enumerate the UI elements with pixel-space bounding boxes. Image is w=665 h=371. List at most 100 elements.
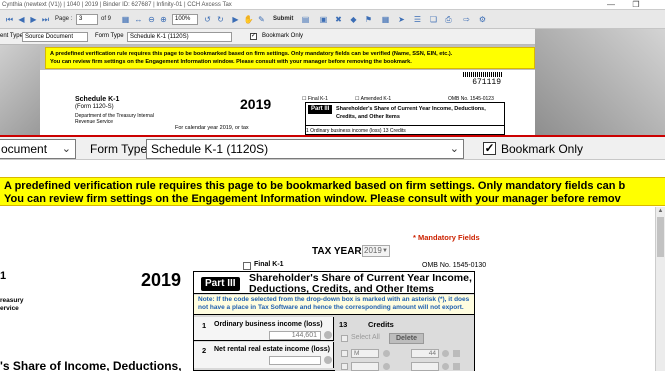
arrow-icon[interactable]: ➤ — [396, 14, 407, 25]
hand-tool-icon[interactable]: ✋ — [243, 14, 254, 25]
credit-code-select[interactable] — [351, 362, 379, 371]
line-2-amount-input[interactable] — [269, 356, 321, 365]
delete-button[interactable]: Delete — [389, 333, 424, 344]
page-label: Page : — [55, 16, 73, 22]
final-k1-checkbox[interactable] — [243, 262, 251, 270]
split-view-icon[interactable]: ▣ — [318, 14, 329, 25]
doc-number: 671119 — [472, 78, 501, 87]
previous-page-icon[interactable]: ◀ — [16, 14, 27, 25]
chevron-down-icon: ⌄ — [61, 143, 71, 155]
copy-icon[interactable]: ❏ — [428, 14, 439, 25]
verification-banner: A predefined verification rule requires … — [0, 177, 665, 206]
part-iii-section: Part III Shareholder's Share of Current … — [193, 271, 475, 371]
vertical-scrollbar[interactable]: ▲ — [655, 207, 665, 371]
grid-icon[interactable]: ▦ — [380, 14, 391, 25]
scrollbar-thumb[interactable] — [657, 217, 664, 257]
print-icon[interactable]: ⎙ — [443, 14, 454, 25]
banner-line-2: You can review firm settings on the Enga… — [4, 192, 621, 205]
highlight-icon[interactable]: ✎ — [256, 14, 267, 25]
tax-year-label: TAX YEAR — [312, 246, 362, 257]
barcode — [463, 72, 503, 77]
page-total: of 9 — [101, 16, 112, 22]
credit-amount-input[interactable]: 44 — [411, 349, 439, 358]
close-document-icon[interactable]: ✖ — [333, 14, 344, 25]
bookmark-only-checkbox[interactable]: ✓ — [483, 142, 496, 155]
left-fragment-treasury: reasury — [0, 297, 24, 304]
left-fragment-title: 's Share of Income, Deductions, — [0, 359, 182, 371]
credit-row-checkbox[interactable] — [341, 350, 348, 357]
tax-year-select[interactable]: 2019 ▼ — [362, 245, 390, 257]
source-year: 2019 — [240, 96, 272, 112]
viewer-toolbar: ⏮ ◀ ▶ ⏭ Page : 3 of 9 ▦ ↔ ⊖ ⊕ 100% ↺ ↻ ▶… — [0, 10, 665, 29]
chevron-down-icon: ▼ — [382, 248, 388, 254]
export-note: Note: If the code selected from the drop… — [194, 295, 474, 315]
next-page-icon[interactable]: ▶ — [28, 14, 39, 25]
credit-code-select[interactable]: M — [351, 349, 379, 358]
list-icon[interactable]: ☰ — [412, 14, 423, 25]
diamond-icon[interactable]: ◆ — [348, 14, 359, 25]
zoom-out-icon[interactable]: ⊖ — [146, 14, 157, 25]
form-year: 2019 — [141, 270, 182, 290]
select-icon[interactable]: ▶ — [230, 14, 241, 25]
attachment-icon[interactable] — [453, 350, 460, 357]
form-type-label: Form Type — [95, 33, 124, 39]
code-info-icon[interactable] — [383, 363, 390, 370]
final-k1-label: Final K-1 — [254, 261, 284, 268]
settings-icon[interactable]: ⚙ — [477, 14, 488, 25]
source-document-page: 671119 Schedule K-1 (Form 1120-S) Depart… — [40, 70, 535, 135]
credit-row-checkbox[interactable] — [341, 363, 348, 370]
document-toolbar: ocument ⌄ Form Type Schedule K-1 (1120S)… — [0, 135, 665, 160]
page-shadow-left — [0, 45, 40, 135]
doc-toolbar-small: ent Type Source Document Form Type Sched… — [0, 29, 540, 45]
form-type-dropdown[interactable]: Schedule K-1 (1120S) ⌄ — [146, 139, 464, 159]
title-bar: Cynthia (newtext (V1)) | 1040 | 2019 | B… — [0, 0, 665, 10]
credits-label: Credits — [368, 320, 394, 329]
document-icon[interactable]: ▤ — [300, 14, 311, 25]
zoom-select[interactable]: 100% — [172, 14, 198, 25]
source-part-iii: Part III Shareholder's Share of Current … — [305, 102, 505, 135]
line-1-number: 1 — [202, 321, 207, 330]
part-iii-header: Part III Shareholder's Share of Current … — [194, 272, 474, 295]
credit-row — [339, 361, 469, 371]
rotate-right-icon[interactable]: ↻ — [215, 14, 226, 25]
code-info-icon[interactable] — [383, 350, 390, 357]
source-document-select[interactable]: Source Document — [22, 32, 88, 42]
credit-row: M 44 — [339, 348, 469, 359]
last-page-icon[interactable]: ⏭ — [40, 14, 51, 25]
credits-number: 13 — [339, 320, 348, 329]
scroll-up-icon[interactable]: ▲ — [656, 207, 665, 216]
fit-page-icon[interactable]: ▦ — [120, 14, 131, 25]
line-2-label: Net rental real estate income (loss) — [214, 346, 330, 353]
source-document-dropdown[interactable]: ocument ⌄ — [0, 139, 76, 159]
export-icon[interactable]: ⇨ — [461, 14, 472, 25]
banner-line-1: A predefined verification rule requires … — [50, 51, 453, 57]
info-icon[interactable] — [324, 331, 332, 339]
part-iii-badge: Part III — [201, 277, 240, 291]
amount-info-icon[interactable] — [442, 363, 449, 370]
restore-icon[interactable]: ❐ — [625, 0, 647, 10]
page-number-input[interactable]: 3 — [76, 14, 98, 25]
select-all-checkbox[interactable] — [341, 335, 348, 342]
info-icon[interactable] — [324, 356, 332, 364]
minimize-icon[interactable]: — — [600, 0, 622, 10]
bookmark-checkbox[interactable]: ✓ — [250, 33, 257, 40]
zoom-in-icon[interactable]: ⊕ — [158, 14, 169, 25]
left-fragment-service: ervice — [0, 305, 19, 312]
form-type-label: Form Type — [90, 142, 148, 156]
fit-width-icon[interactable]: ↔ — [133, 14, 144, 25]
calendar-text: For calendar year 2019, or tax — [175, 125, 249, 131]
form-type-select[interactable]: Schedule K-1 (1120S) — [127, 32, 232, 42]
first-page-icon[interactable]: ⏮ — [4, 14, 15, 25]
amount-info-icon[interactable] — [442, 350, 449, 357]
line-1-amount-input[interactable]: 144,601 — [269, 331, 321, 340]
line-2-row: 2 Net rental real estate income (loss) — [194, 342, 334, 368]
mandatory-fields-label: * Mandatory Fields — [413, 233, 480, 242]
rotate-left-icon[interactable]: ↺ — [202, 14, 213, 25]
select-all-label: Select All — [351, 334, 380, 341]
credit-amount-input[interactable] — [411, 362, 439, 371]
attachment-icon[interactable] — [453, 363, 460, 370]
submit-button[interactable]: Submit — [273, 14, 293, 25]
line-1-label: Ordinary business income (loss) — [214, 321, 323, 328]
window-title: Cynthia (newtext (V1)) | 1040 | 2019 | B… — [2, 2, 232, 8]
flag-icon[interactable]: ⚑ — [363, 14, 374, 25]
